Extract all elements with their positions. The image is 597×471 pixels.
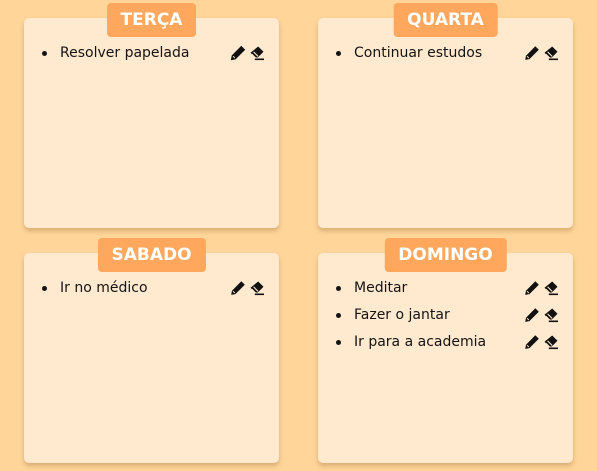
task-actions bbox=[230, 45, 265, 61]
task-item: Fazer o jantar bbox=[332, 306, 559, 333]
task-text: Ir no médico bbox=[60, 280, 148, 296]
pencil-icon[interactable] bbox=[524, 334, 540, 350]
task-list: Continuar estudos bbox=[332, 44, 559, 71]
bullet bbox=[336, 286, 341, 291]
eraser-icon[interactable] bbox=[543, 307, 559, 323]
task-text: Fazer o jantar bbox=[354, 307, 450, 323]
task-actions bbox=[524, 334, 559, 350]
task-item: Resolver papelada bbox=[38, 44, 265, 71]
task-text: Ir para a academia bbox=[354, 334, 487, 350]
eraser-icon[interactable] bbox=[249, 45, 265, 61]
task-text: Resolver papelada bbox=[60, 45, 190, 61]
eraser-icon[interactable] bbox=[543, 334, 559, 350]
day-card-domingo: DOMINGO Meditar Fazer o jantar Ir para a… bbox=[318, 238, 573, 463]
bullet bbox=[42, 51, 47, 56]
task-actions bbox=[524, 45, 559, 61]
day-title: SABADO bbox=[97, 238, 206, 272]
task-item: Ir para a academia bbox=[332, 333, 559, 360]
task-list: Meditar Fazer o jantar Ir para a academi… bbox=[332, 279, 559, 360]
pencil-icon[interactable] bbox=[524, 45, 540, 61]
pencil-icon[interactable] bbox=[524, 307, 540, 323]
bullet bbox=[336, 51, 341, 56]
task-actions bbox=[230, 280, 265, 296]
day-title: QUARTA bbox=[393, 3, 498, 37]
task-actions bbox=[524, 280, 559, 296]
task-actions bbox=[524, 307, 559, 323]
task-item: Ir no médico bbox=[38, 279, 265, 306]
task-item: Continuar estudos bbox=[332, 44, 559, 71]
task-text: Meditar bbox=[354, 280, 408, 296]
task-text: Continuar estudos bbox=[354, 45, 483, 61]
day-title: DOMINGO bbox=[384, 238, 507, 272]
pencil-icon[interactable] bbox=[524, 280, 540, 296]
task-item: Meditar bbox=[332, 279, 559, 306]
task-list: Ir no médico bbox=[38, 279, 265, 306]
day-card-quarta: QUARTA Continuar estudos bbox=[318, 3, 573, 228]
bullet bbox=[336, 340, 341, 345]
pencil-icon[interactable] bbox=[230, 280, 246, 296]
task-board: TERÇA Resolver papelada QUARTA Continuar… bbox=[0, 0, 597, 471]
bullet bbox=[42, 286, 47, 291]
task-list: Resolver papelada bbox=[38, 44, 265, 71]
eraser-icon[interactable] bbox=[543, 45, 559, 61]
eraser-icon[interactable] bbox=[543, 280, 559, 296]
eraser-icon[interactable] bbox=[249, 280, 265, 296]
day-title: TERÇA bbox=[106, 3, 197, 37]
day-card-terca: TERÇA Resolver papelada bbox=[24, 3, 279, 228]
bullet bbox=[336, 313, 341, 318]
day-card-sabado: SABADO Ir no médico bbox=[24, 238, 279, 463]
pencil-icon[interactable] bbox=[230, 45, 246, 61]
